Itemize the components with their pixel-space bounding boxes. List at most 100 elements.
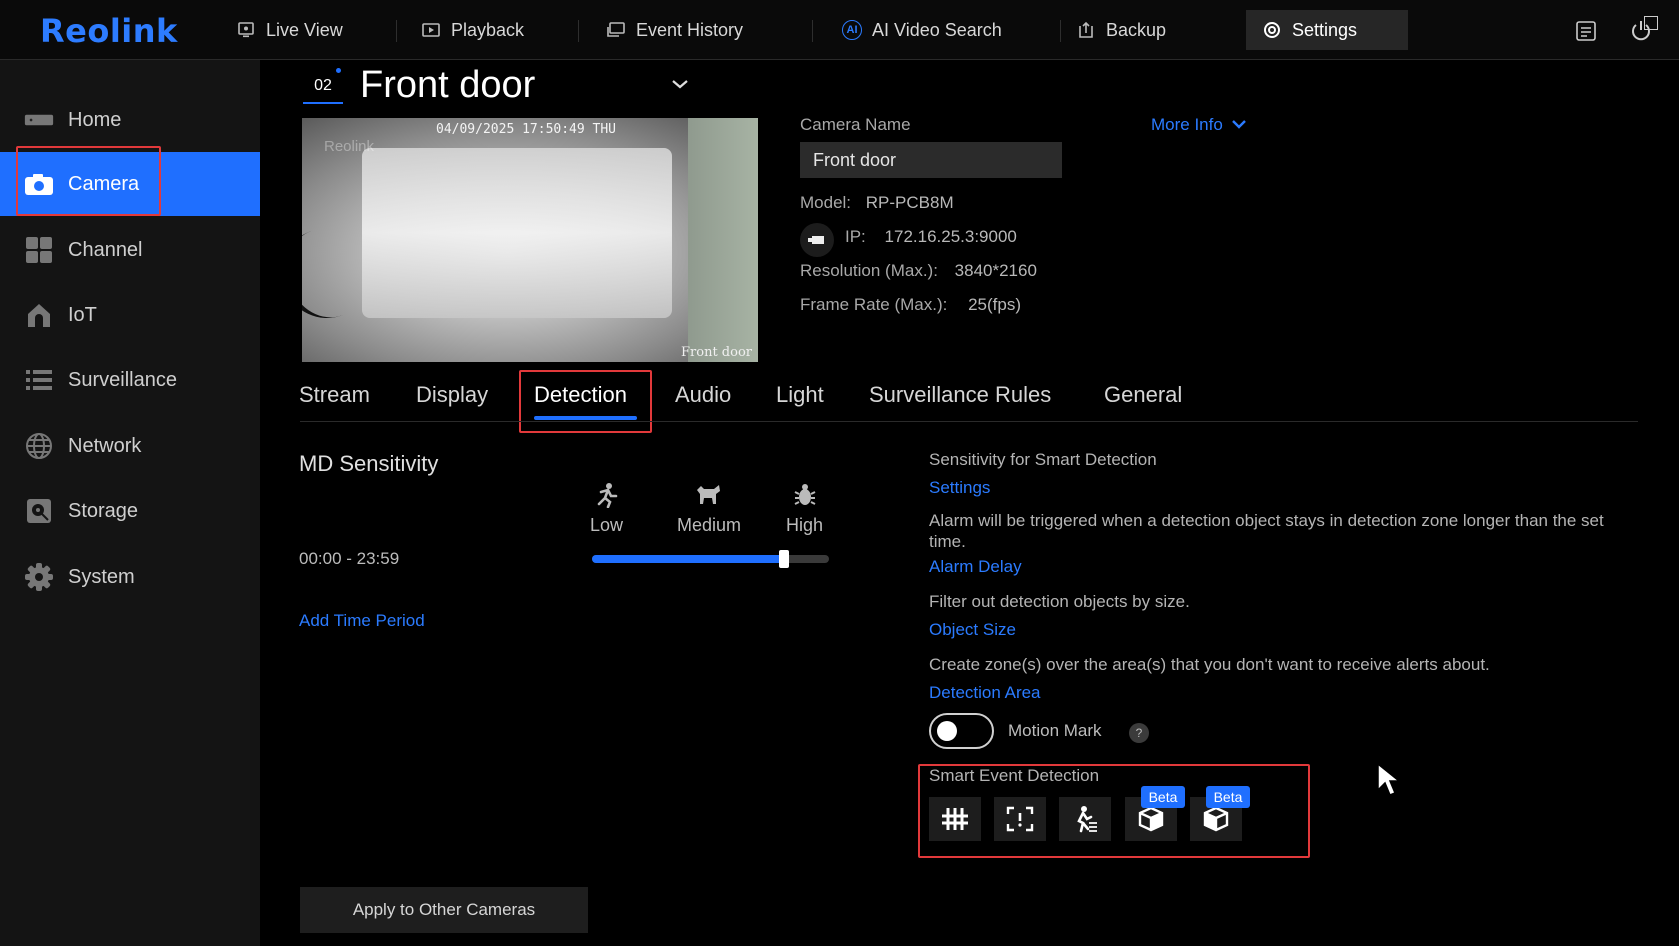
channel-status-dot — [336, 68, 341, 73]
add-time-period-link[interactable]: Add Time Period — [299, 611, 425, 631]
sensitivity-medium-label: Medium — [677, 515, 742, 535]
intrusion-icon[interactable] — [994, 797, 1046, 841]
channel-number: 02 — [303, 70, 343, 104]
beta-badge: Beta — [1206, 786, 1250, 808]
sidebar-item-channel[interactable]: Channel — [0, 218, 260, 282]
preview-watermark: Reolink — [324, 138, 375, 155]
sidebar-item-label: Home — [68, 108, 122, 131]
framerate-label: Frame Rate (Max.): — [800, 295, 948, 314]
object-size-link[interactable]: Object Size — [929, 620, 1016, 640]
nav-divider — [578, 20, 579, 42]
globe-icon — [24, 431, 54, 461]
nav-live-view[interactable]: Live View — [220, 10, 359, 50]
nav-ai-video-search[interactable]: AI AI Video Search — [826, 10, 1018, 50]
nav-settings[interactable]: Settings — [1246, 10, 1408, 50]
nav-event-history[interactable]: Event History — [590, 10, 759, 50]
smart-settings-link[interactable]: Settings — [929, 478, 990, 498]
iot-house-icon — [24, 300, 54, 330]
preview-scene — [362, 148, 672, 318]
sensitivity-low-label: Low — [590, 515, 624, 535]
chevron-down-icon — [1231, 115, 1247, 135]
nav-divider — [812, 20, 813, 42]
nav-divider — [396, 20, 397, 42]
sidebar-item-system[interactable]: System — [0, 545, 260, 609]
sensitivity-slider[interactable] — [592, 550, 829, 568]
sidebar-item-storage[interactable]: Storage — [0, 479, 260, 543]
sidebar-item-surveillance[interactable]: Surveillance — [0, 348, 260, 412]
alarm-delay-link[interactable]: Alarm Delay — [929, 557, 1022, 577]
sidebar-item-label: Storage — [68, 499, 139, 522]
tab-audio[interactable]: Audio — [675, 382, 731, 408]
alarm-description: Alarm will be triggered when a detection… — [929, 511, 1604, 551]
slider-handle[interactable] — [778, 550, 789, 568]
tab-display[interactable]: Display — [416, 382, 488, 408]
beta-badge: Beta — [1141, 786, 1185, 808]
smart-sensitivity-text: Sensitivity for Smart Detection — [929, 450, 1157, 469]
camera-preview[interactable]: Reolink 04/09/2025 17:50:49 THU Front do… — [302, 118, 758, 362]
nav-backup-label: Backup — [1106, 19, 1167, 40]
resolution-label: Resolution (Max.): — [800, 261, 938, 280]
home-icon — [24, 105, 54, 135]
camera-icon — [24, 169, 54, 199]
ip-label: IP: — [845, 227, 866, 246]
tab-general[interactable]: General — [1104, 382, 1182, 408]
sensitivity-high-label: High — [786, 515, 824, 535]
ai-search-icon: AI — [842, 20, 862, 40]
zone-description: Create zone(s) over the area(s) that you… — [929, 655, 1490, 674]
framerate-value: 25(fps) — [968, 295, 1022, 314]
chevron-down-icon[interactable] — [668, 72, 692, 96]
sidebar-item-network[interactable]: Network — [0, 414, 260, 478]
list-icon — [24, 365, 54, 395]
detection-area-link[interactable]: Detection Area — [929, 683, 1041, 703]
top-bar: Reolink Live View Playback Event History… — [0, 0, 1679, 60]
motion-mark-toggle[interactable] — [929, 713, 994, 749]
nav-backup[interactable]: Backup — [1060, 10, 1182, 50]
fullscreen-icon[interactable] — [1644, 16, 1658, 30]
sidebar-item-iot[interactable]: IoT — [0, 283, 260, 347]
channel-title: Front door — [360, 64, 536, 106]
playback-icon — [421, 20, 441, 40]
ip-value: 172.16.25.3:9000 — [884, 227, 1017, 246]
sidebar-item-label: Network — [68, 434, 142, 457]
loitering-icon[interactable] — [1059, 797, 1111, 841]
help-icon[interactable]: ? — [1129, 723, 1149, 743]
time-range: 00:00 - 23:59 — [299, 549, 400, 568]
tab-stream[interactable]: Stream — [299, 382, 370, 408]
apply-to-other-cameras-button[interactable]: Apply to Other Cameras — [300, 887, 588, 933]
filter-description: Filter out detection objects by size. — [929, 592, 1190, 611]
crossline-icon[interactable] — [929, 797, 981, 841]
tab-surveillance-rules[interactable]: Surveillance Rules — [869, 382, 1051, 408]
sidebar-item-label: System — [68, 565, 135, 588]
message-icon[interactable] — [1571, 16, 1601, 46]
monitor-icon — [236, 20, 256, 40]
ip-row: IP: 172.16.25.3:9000 — [845, 227, 1017, 247]
gear-icon — [24, 562, 54, 592]
sidebar-item-home[interactable]: Home — [0, 88, 260, 152]
camera-name-label: Camera Name — [800, 115, 911, 134]
model-label: Model: — [800, 193, 852, 212]
sidebar-item-camera[interactable]: Camera — [0, 152, 260, 216]
nav-event-history-label: Event History — [636, 19, 744, 40]
more-info-link[interactable]: More Info — [1151, 115, 1247, 135]
nav-playback[interactable]: Playback — [405, 10, 540, 50]
sidebar-item-label: IoT — [68, 303, 97, 326]
smart-event-detection-title: Smart Event Detection — [929, 766, 1100, 785]
bug-icon — [792, 482, 818, 508]
camera-name-input[interactable] — [800, 142, 1062, 178]
preview-timestamp: 04/09/2025 17:50:49 THU — [436, 122, 617, 137]
toggle-knob — [937, 721, 957, 741]
mouse-cursor-icon — [1376, 762, 1402, 803]
model-value: RP-PCB8M — [865, 193, 954, 212]
tabs-divider — [300, 421, 1638, 422]
more-info-label: More Info — [1151, 115, 1223, 134]
resolution-row: Resolution (Max.): 3840*2160 — [800, 261, 1037, 281]
preview-label: Front door — [681, 345, 752, 360]
nav-ai-video-search-label: AI Video Search — [872, 19, 1002, 40]
ethernet-icon — [800, 223, 834, 257]
event-history-icon — [606, 20, 626, 40]
sidebar-item-label: Channel — [68, 238, 143, 261]
tab-light[interactable]: Light — [776, 382, 824, 408]
channel-grid-icon — [24, 235, 54, 265]
tab-detection[interactable]: Detection — [534, 382, 627, 408]
md-sensitivity-title: MD Sensitivity — [299, 451, 439, 476]
